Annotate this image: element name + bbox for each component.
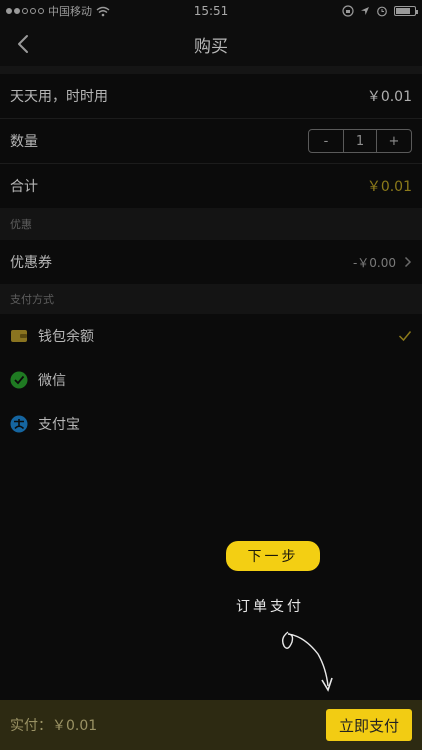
product-row: 天天用，时时用 ￥0.01	[0, 74, 422, 118]
top-gap	[0, 66, 422, 74]
status-left: 中国移动	[6, 3, 110, 19]
status-time: 15:51	[193, 4, 229, 18]
payment-section-text: 支付方式	[10, 293, 54, 306]
payment-method-label: 支付宝	[38, 417, 80, 433]
quantity-value[interactable]: 1	[343, 130, 377, 152]
bottom-bar: 实付：￥0.01 立即支付	[0, 700, 422, 750]
payment-method-alipay[interactable]: 支付宝	[0, 402, 422, 446]
decrease-button[interactable]: -	[309, 130, 343, 152]
payment-section-label: 支付方式	[0, 284, 422, 314]
wifi-icon	[96, 6, 110, 16]
actual-payment-total: 实付：￥0.01	[10, 718, 98, 734]
carrier-name: 中国移动	[48, 5, 92, 18]
coupon-value-group: -￥0.00	[353, 254, 412, 271]
discount-section-text: 优惠	[10, 218, 32, 231]
page-title: 购买	[194, 36, 228, 57]
quantity-label: 数量	[10, 134, 38, 150]
payment-method-wechat[interactable]: 微信	[0, 358, 422, 402]
payment-method-label: 微信	[38, 373, 66, 389]
pay-now-button[interactable]: 立即支付	[326, 709, 412, 741]
product-price: ￥0.01	[366, 89, 412, 105]
wechat-icon	[10, 371, 28, 389]
coupon-row[interactable]: 优惠券 -￥0.00	[0, 240, 422, 284]
alipay-icon	[10, 415, 28, 433]
chevron-right-icon	[404, 256, 412, 268]
quantity-stepper: - 1 +	[308, 129, 412, 153]
payment-method-label: 钱包余额	[38, 329, 94, 345]
payment-method-wallet[interactable]: 钱包余额	[0, 314, 422, 358]
location-icon	[361, 7, 369, 15]
total-row: 合计 ￥0.01	[0, 164, 422, 208]
back-arrow-icon[interactable]	[10, 30, 38, 58]
quantity-row: 数量 - 1 +	[0, 119, 422, 163]
status-bar: 中国移动 15:51	[0, 0, 422, 22]
rotation-lock-icon	[342, 5, 354, 17]
next-step-pill[interactable]: 下一步	[226, 541, 320, 571]
discount-section-label: 优惠	[0, 208, 422, 240]
total-price: ￥0.01	[366, 179, 412, 195]
increase-button[interactable]: +	[377, 130, 411, 152]
checkmark-icon	[398, 331, 412, 342]
guide-hint-text: 订单支付	[236, 599, 304, 615]
battery-icon	[394, 6, 418, 16]
wallet-icon	[10, 327, 28, 345]
signal-icon	[6, 8, 44, 14]
coupon-value: -￥0.00	[352, 255, 396, 270]
status-right	[342, 5, 418, 17]
product-name: 天天用，时时用	[10, 89, 108, 105]
alarm-icon	[377, 6, 387, 17]
curved-arrow-icon	[281, 631, 333, 692]
total-label: 合计	[10, 179, 38, 195]
nav-bar: 购买	[0, 22, 422, 66]
coupon-label: 优惠券	[10, 255, 52, 271]
